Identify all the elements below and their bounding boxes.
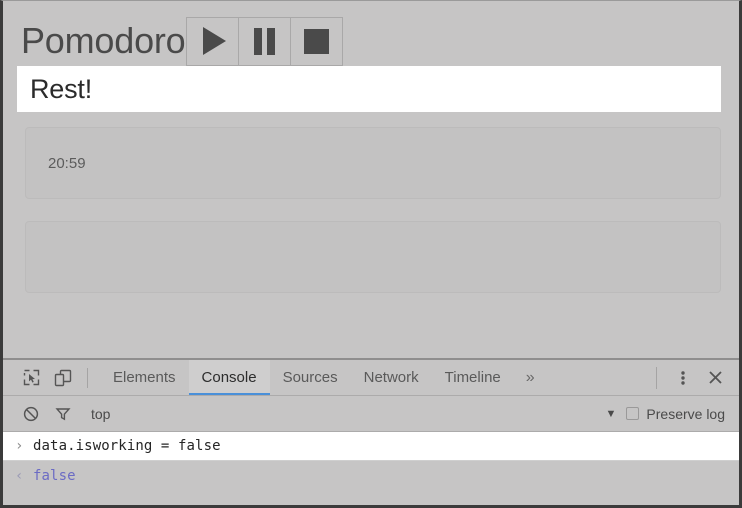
inspect-element-button[interactable]: [15, 363, 47, 393]
devtools-panel: Elements Console Sources Network Timelin…: [3, 358, 739, 505]
tab-sources[interactable]: Sources: [270, 360, 351, 395]
tab-elements[interactable]: Elements: [100, 360, 189, 395]
console-output: › data.isworking = false ‹ false: [3, 432, 739, 505]
pause-icon: [253, 27, 275, 55]
execution-context-caret[interactable]: ▼: [596, 408, 627, 420]
devtools-menu-button[interactable]: [667, 363, 699, 393]
tab-timeline[interactable]: Timeline: [432, 360, 514, 395]
toolbar-divider: [656, 366, 657, 389]
timer-display: 20:59: [48, 154, 86, 172]
secondary-panel: [25, 221, 721, 293]
console-input-line[interactable]: › data.isworking = false: [3, 432, 739, 461]
kebab-menu-icon: [681, 370, 685, 385]
console-prompt-icon: ›: [15, 438, 24, 454]
app-header: Pomodoro: [3, 1, 739, 66]
close-icon: [708, 371, 722, 384]
console-result-text: false: [33, 467, 76, 484]
devtools-toolbar: Elements Console Sources Network Timelin…: [3, 360, 739, 396]
status-banner: Rest!: [17, 66, 721, 112]
page-title: Pomodoro: [21, 20, 186, 61]
play-icon: [202, 27, 226, 55]
browser-viewport: Pomodoro Rest! 20:59 Elements Console So…: [0, 0, 742, 508]
pause-button[interactable]: [237, 16, 291, 66]
device-toolbar-toggle[interactable]: [47, 363, 79, 393]
tab-console[interactable]: Console: [188, 360, 270, 395]
devtools-tabs: Elements Console Sources Network Timelin…: [100, 360, 547, 395]
timer-panel: 20:59: [25, 127, 721, 199]
filter-button[interactable]: [47, 399, 79, 429]
web-page-content: Pomodoro Rest! 20:59: [3, 1, 739, 358]
inspect-cursor-icon: [23, 369, 39, 386]
console-result-line: ‹ false: [3, 461, 739, 490]
tabs-overflow-button[interactable]: »: [514, 360, 547, 395]
clear-console-button[interactable]: [15, 399, 47, 429]
tab-network[interactable]: Network: [351, 360, 432, 395]
device-toggle-icon: [54, 369, 71, 386]
preserve-log-label: Preserve log: [646, 405, 725, 422]
clear-console-icon: [23, 406, 39, 421]
devtools-close-button[interactable]: [699, 363, 731, 393]
status-banner-label: Rest!: [30, 73, 93, 104]
timer-controls: [185, 16, 343, 66]
preserve-log-toggle[interactable]: Preserve log: [626, 406, 739, 422]
console-input-text: data.isworking = false: [33, 438, 221, 454]
filter-funnel-icon: [55, 407, 71, 420]
console-result-icon: ‹: [15, 467, 24, 484]
toolbar-separator: [87, 367, 88, 388]
play-button[interactable]: [185, 16, 239, 66]
stop-icon: [303, 28, 329, 54]
execution-context-label[interactable]: top: [91, 406, 110, 422]
console-filter-bar: top ▼ Preserve log: [3, 396, 739, 432]
devtools-toolbar-right: [646, 363, 739, 393]
stop-button[interactable]: [289, 16, 343, 66]
preserve-log-checkbox[interactable]: [626, 407, 640, 420]
